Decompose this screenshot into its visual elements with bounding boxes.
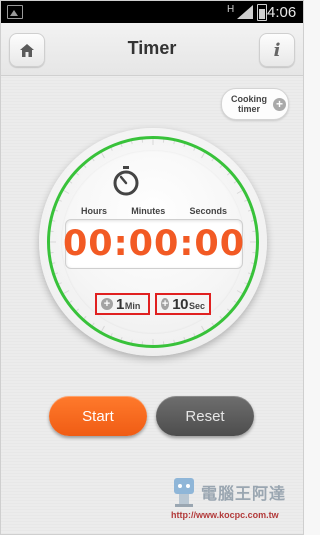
reset-button[interactable]: Reset [156, 396, 254, 436]
cooking-timer-button[interactable]: Cooking timer + [221, 88, 289, 120]
timer-content: Cooking timer + Hours Minutes Seconds 00… [1, 76, 303, 534]
minutes-label: Minutes [131, 206, 166, 216]
screen: H 4:06 Timer i Cooking timer + Hours Min… [0, 0, 304, 535]
minute-increment-value: 1 [116, 295, 124, 313]
info-button[interactable]: i [259, 33, 295, 67]
network-type: H [227, 4, 235, 15]
page-title: Timer [127, 38, 177, 58]
add-one-minute-button[interactable]: + 1 Min [95, 293, 150, 315]
mascot-logo [174, 478, 194, 507]
time-display: 00:00:00 [63, 219, 244, 269]
plus-icon: + [161, 298, 170, 310]
minute-increment-unit: Min [124, 301, 141, 311]
watermark-brand: 電腦王阿達 [201, 486, 287, 503]
plus-icon: + [273, 97, 286, 111]
time-unit-labels: Hours Minutes Seconds [81, 206, 227, 216]
watermark-url: http://www.kocpc.com.tw [171, 510, 279, 520]
cooking-timer-label: Cooking timer [231, 94, 267, 114]
second-increment-unit: Sec [188, 301, 205, 311]
second-increment-value: 10 [172, 295, 188, 313]
app-header: Timer i [1, 23, 303, 76]
gallery-icon [7, 5, 23, 19]
plus-icon: + [101, 298, 113, 310]
watermark: 電腦王阿達 http://www.kocpc.com.tw [167, 476, 297, 524]
start-button[interactable]: Start [49, 396, 147, 436]
add-ten-seconds-button[interactable]: + 10 Sec [155, 293, 211, 315]
hours-label: Hours [81, 206, 108, 216]
status-time: 4:06 [267, 4, 297, 21]
signal-icon [237, 5, 253, 19]
info-icon: i [273, 39, 281, 61]
seconds-label: Seconds [189, 206, 227, 216]
stopwatch-icon [113, 166, 139, 196]
battery-icon [257, 4, 267, 21]
status-bar: H 4:06 [1, 1, 303, 23]
